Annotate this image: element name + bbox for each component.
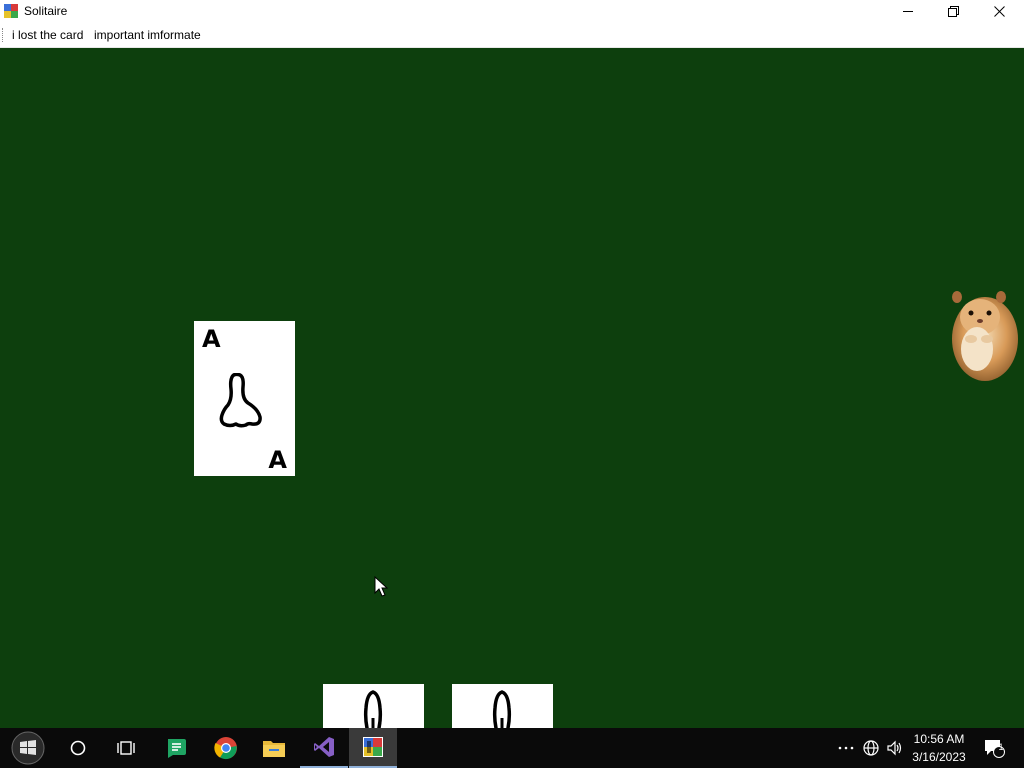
taskbar-chrome[interactable] — [202, 728, 250, 768]
title-bar: Solitaire — [0, 0, 1024, 23]
tray-network[interactable] — [860, 728, 882, 768]
taskbar-visual-studio[interactable] — [300, 728, 348, 768]
green-chat-app-icon — [168, 739, 186, 758]
visual-studio-icon — [314, 737, 334, 757]
menu-item-important-info[interactable]: important imformate — [94, 28, 201, 42]
network-globe-icon — [863, 740, 879, 756]
close-button[interactable] — [976, 0, 1022, 23]
taskbar-chat-app[interactable] — [152, 728, 200, 768]
taskbar-clock[interactable]: 10:56 AM 3/16/2023 — [906, 730, 972, 766]
notification-count: 1 — [998, 742, 1004, 752]
close-icon — [993, 6, 1005, 17]
chrome-icon — [214, 737, 237, 760]
overflow-dots-icon — [838, 746, 854, 750]
nose-drawing-icon — [492, 690, 512, 728]
nose-drawing-icon — [219, 373, 262, 428]
card-face-down-partial[interactable] — [323, 684, 424, 728]
card-ace[interactable]: A A — [194, 321, 295, 476]
restore-icon — [947, 6, 959, 17]
windows-start-icon — [11, 731, 45, 765]
minimize-icon — [902, 11, 913, 12]
task-view-button[interactable] — [102, 728, 150, 768]
task-view-icon — [117, 741, 135, 755]
menu-grip — [2, 28, 5, 42]
tray-volume[interactable] — [884, 728, 906, 768]
app-icon — [4, 4, 18, 18]
clock-time: 10:56 AM — [913, 732, 965, 746]
action-center-button[interactable]: 1 — [980, 728, 1008, 768]
cortana-button[interactable] — [54, 728, 102, 768]
file-explorer-icon — [263, 741, 285, 757]
nose-drawing-icon — [363, 690, 383, 728]
card-face-down-partial[interactable] — [452, 684, 553, 728]
menu-bar: i lost the card important imformate — [0, 23, 1024, 48]
minimize-button[interactable] — [885, 0, 931, 23]
solitaire-app-icon — [363, 737, 383, 757]
menu-item-lost-card[interactable]: i lost the card — [12, 28, 83, 42]
cortana-circle-icon — [70, 740, 86, 756]
taskbar-solitaire[interactable] — [349, 728, 397, 768]
card-rank-top: A — [202, 325, 221, 353]
card-rank-bottom: A — [268, 446, 287, 474]
taskbar-file-explorer[interactable] — [250, 728, 298, 768]
tray-overflow[interactable] — [836, 728, 856, 768]
window-title: Solitaire — [24, 4, 68, 18]
hamster-image — [952, 291, 1018, 381]
restore-button[interactable] — [930, 0, 976, 23]
start-button[interactable] — [4, 728, 52, 768]
taskbar: 10:56 AM 3/16/2023 1 — [0, 728, 1024, 768]
clock-date: 3/16/2023 — [912, 750, 966, 764]
game-table: A A — [0, 48, 1024, 728]
volume-icon — [886, 740, 901, 756]
mouse-cursor-icon — [374, 576, 388, 597]
